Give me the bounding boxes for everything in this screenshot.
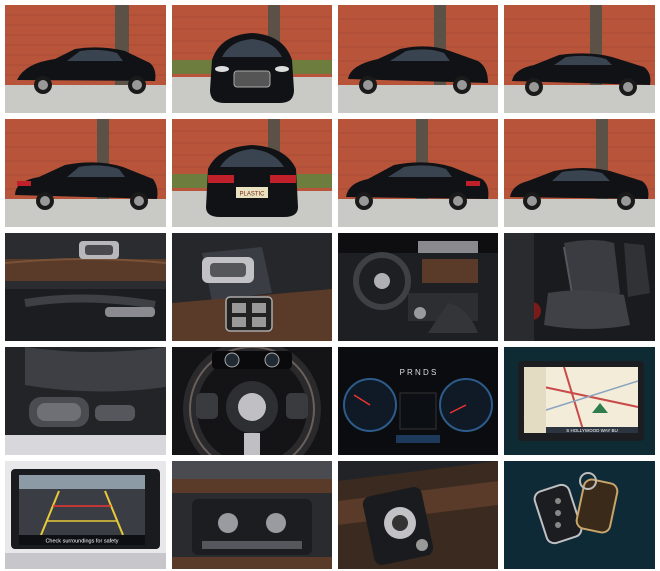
interior-image — [172, 461, 332, 569]
photo-tile-exterior-rear[interactable]: PLASTIC — [172, 119, 332, 227]
photo-tile-exterior-side-left[interactable] — [504, 119, 655, 227]
interior-image — [5, 233, 166, 341]
car-exterior-image — [504, 119, 655, 227]
interior-image — [338, 461, 498, 569]
photo-tile-seat-controls[interactable] — [5, 347, 166, 455]
car-exterior-image — [5, 5, 166, 113]
photo-tile-instrument-cluster[interactable]: P R N D S — [338, 347, 498, 455]
car-exterior-image — [504, 5, 655, 113]
photo-tile-exterior-front-left[interactable] — [5, 5, 166, 113]
photo-tile-steering-wheel[interactable] — [172, 347, 332, 455]
car-exterior-image — [338, 119, 498, 227]
plate-text: PLASTIC — [239, 192, 265, 198]
interior-image — [504, 233, 655, 341]
interior-image — [172, 233, 332, 341]
interior-image — [5, 347, 166, 455]
interior-image — [172, 347, 332, 455]
photo-tile-climate-controls[interactable] — [172, 461, 332, 569]
photo-tile-exterior-side-right[interactable] — [504, 5, 655, 113]
photo-tile-navigation-screen[interactable]: S HOLLYWOOD WAY BU — [504, 347, 655, 455]
photo-tile-exterior-rear-left[interactable] — [5, 119, 166, 227]
car-exterior-image — [5, 119, 166, 227]
photo-tile-backup-camera[interactable]: Check surroundings for safety — [5, 461, 166, 569]
car-exterior-image: PLASTIC — [172, 119, 332, 227]
photo-tile-front-seats[interactable] — [504, 233, 655, 341]
photo-tile-exterior-front[interactable] — [172, 5, 332, 113]
nav-street-text: S HOLLYWOOD WAY BU — [566, 428, 618, 433]
photo-tile-exterior-front-right[interactable] — [338, 5, 498, 113]
photo-tile-gear-selector[interactable] — [338, 461, 498, 569]
photo-tile-key-fob[interactable] — [504, 461, 655, 569]
interior-image: P R N D S — [338, 347, 498, 455]
photo-tile-door-panel[interactable] — [5, 233, 166, 341]
photo-tile-dashboard[interactable] — [338, 233, 498, 341]
gear-indicator-text: P R N D S — [400, 368, 437, 377]
photo-tile-door-switches[interactable] — [172, 233, 332, 341]
interior-image: S HOLLYWOOD WAY BU — [504, 347, 655, 455]
camera-caption: Check surroundings for safety — [45, 539, 118, 545]
photo-tile-exterior-rear-right[interactable] — [338, 119, 498, 227]
interior-image: Check surroundings for safety — [5, 461, 166, 569]
interior-image — [338, 233, 498, 341]
car-exterior-image — [338, 5, 498, 113]
key-fob-image — [504, 461, 655, 569]
car-exterior-image — [172, 5, 332, 113]
